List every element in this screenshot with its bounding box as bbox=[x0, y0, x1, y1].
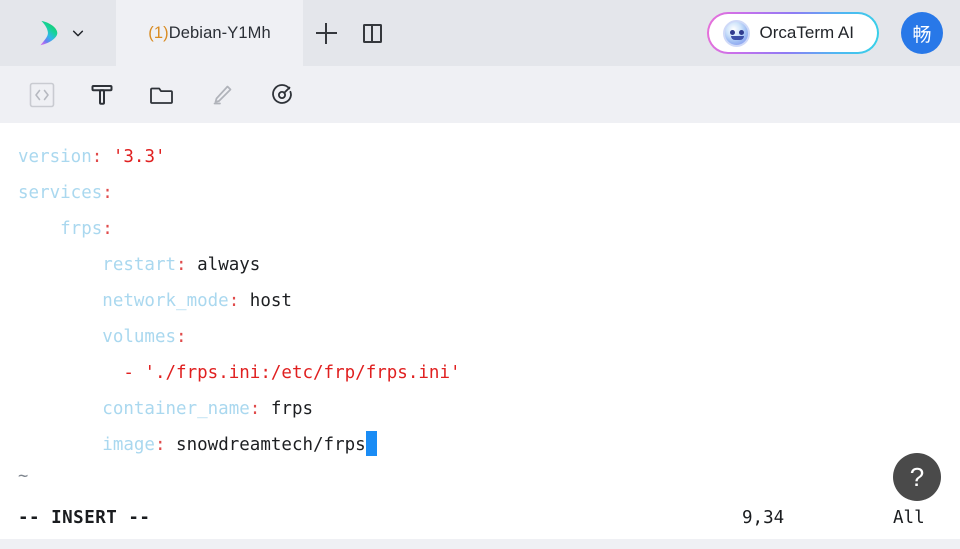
terminal-line: frps: bbox=[18, 211, 960, 247]
terminal-token: frps bbox=[18, 219, 103, 239]
chevron-down-icon bbox=[71, 26, 85, 40]
code-brackets-icon bbox=[29, 82, 55, 108]
help-button[interactable]: ? bbox=[893, 453, 941, 501]
terminal-token: container_name bbox=[18, 399, 250, 419]
scroll-position: All bbox=[893, 508, 925, 528]
terminal-token: : bbox=[176, 327, 187, 347]
vim-empty-line-marker: ~ bbox=[18, 466, 29, 486]
terminal-content[interactable]: version: '3.3' services: frps: restart: a… bbox=[0, 123, 960, 497]
user-avatar[interactable]: 畅 bbox=[901, 12, 943, 54]
terminal-token: './frps.ini:/etc/frp/frps.ini' bbox=[144, 363, 461, 383]
tab-index-badge: (1) bbox=[148, 23, 169, 42]
title-bar: (1) Debian-Y1Mh OrcaTerm AI 畅 bbox=[0, 0, 960, 66]
text-tool-icon bbox=[89, 82, 115, 108]
terminal-token: - bbox=[18, 363, 145, 383]
vim-status-bar: -- INSERT -- 9,34 All bbox=[0, 497, 960, 539]
terminal-token: : bbox=[228, 291, 240, 311]
terminal-token: version bbox=[18, 147, 92, 167]
terminal-token: : bbox=[91, 147, 103, 167]
monitor-tool[interactable] bbox=[262, 76, 302, 114]
terminal-token: : bbox=[249, 399, 261, 419]
orcaterm-ai-label: OrcaTerm AI bbox=[759, 23, 854, 42]
orca-avatar-icon bbox=[722, 19, 750, 47]
code-snippet-tool[interactable] bbox=[22, 76, 62, 114]
orcaterm-logo bbox=[32, 18, 62, 48]
terminal-token: network_mode bbox=[18, 291, 229, 311]
terminal-line: container_name: frps bbox=[18, 391, 960, 427]
terminal-token: : bbox=[102, 219, 113, 239]
terminal-token: : bbox=[154, 435, 166, 455]
orcaterm-window: (1) Debian-Y1Mh OrcaTerm AI 畅 version: '… bbox=[0, 0, 960, 549]
folder-icon bbox=[149, 82, 175, 108]
terminal-token: : bbox=[102, 183, 113, 203]
toolbar bbox=[0, 66, 960, 123]
terminal-line: image: snowdreamtech/frps bbox=[18, 427, 960, 463]
terminal-line: - './frps.ini:/etc/frp/frps.ini' bbox=[18, 355, 960, 391]
terminal-lines: version: '3.3' services: frps: restart: a… bbox=[18, 139, 960, 463]
terminal-token: restart bbox=[18, 255, 177, 275]
edit-tool[interactable] bbox=[202, 76, 242, 114]
terminal-token: frps bbox=[260, 399, 314, 419]
plus-icon bbox=[315, 22, 337, 44]
terminal-line: restart: always bbox=[18, 247, 960, 283]
terminal-token: image bbox=[18, 435, 155, 455]
terminal-token: services bbox=[18, 183, 103, 203]
terminal-token: volumes bbox=[18, 327, 177, 347]
terminal-token: snowdreamtech/frps bbox=[165, 435, 366, 455]
new-tab-button[interactable] bbox=[303, 0, 349, 66]
terminal-line: services: bbox=[18, 175, 960, 211]
orcaterm-ai-button-inner: OrcaTerm AI bbox=[708, 14, 877, 52]
footer-strip bbox=[0, 539, 960, 549]
terminal-line: version: '3.3' bbox=[18, 139, 960, 175]
pencil-icon bbox=[209, 82, 235, 108]
app-menu-button[interactable] bbox=[0, 0, 116, 66]
vim-mode-indicator: -- INSERT -- bbox=[18, 508, 151, 528]
gauge-icon bbox=[269, 82, 295, 108]
file-manager-tool[interactable] bbox=[142, 76, 182, 114]
split-pane-icon bbox=[362, 23, 382, 43]
split-pane-button[interactable] bbox=[349, 0, 395, 66]
terminal-token: host bbox=[239, 291, 292, 311]
terminal-token: always bbox=[186, 255, 261, 275]
tab-debian-y1mh[interactable]: (1) Debian-Y1Mh bbox=[116, 0, 303, 66]
tab-label: Debian-Y1Mh bbox=[168, 23, 271, 42]
terminal-token: : bbox=[176, 255, 187, 275]
terminal-line: volumes: bbox=[18, 319, 960, 355]
terminal-token: '3.3' bbox=[112, 147, 166, 167]
cursor-position: 9,34 bbox=[742, 508, 785, 528]
text-tool[interactable] bbox=[82, 76, 122, 114]
terminal-line: network_mode: host bbox=[18, 283, 960, 319]
orcaterm-ai-button[interactable]: OrcaTerm AI bbox=[706, 12, 879, 54]
text-cursor bbox=[365, 431, 377, 456]
